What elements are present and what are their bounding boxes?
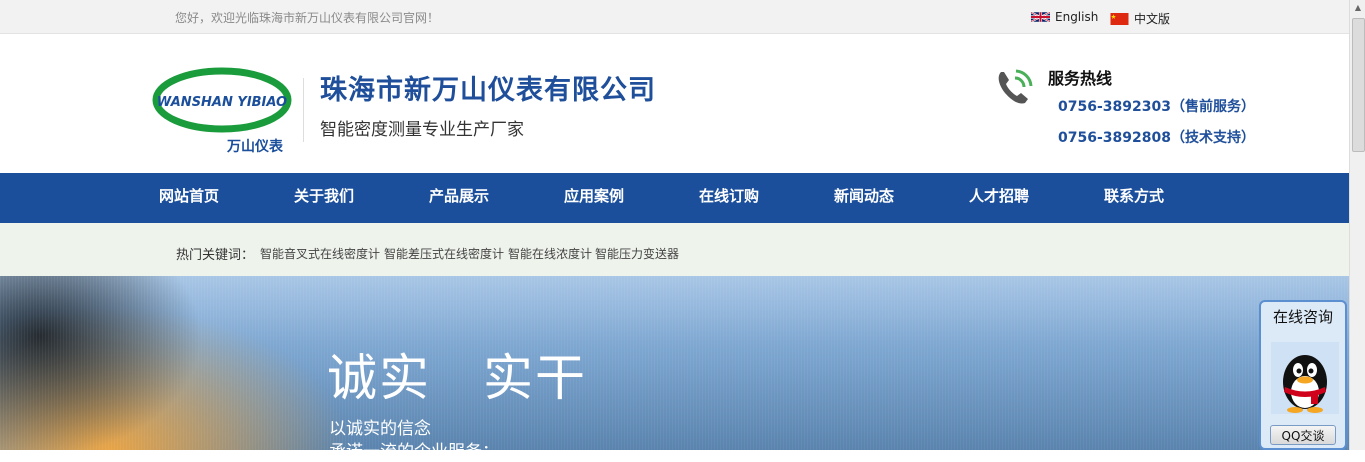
header-divider — [303, 78, 304, 142]
lang-chinese-link[interactable]: 中文版 — [1110, 10, 1170, 27]
company-slogan: 智能密度测量专业生产厂家 — [320, 120, 524, 140]
lang-english-label: English — [1055, 10, 1099, 24]
scroll-up-arrow-icon[interactable]: ▲ — [1350, 0, 1365, 16]
nav-contact[interactable]: 联系方式 — [1104, 173, 1164, 223]
hot-keywords-bar: 热门关键词： 智能音叉式在线密度计 智能差压式在线密度计 智能在线浓度计 智能压… — [0, 223, 1349, 276]
nav-about[interactable]: 关于我们 — [294, 173, 354, 223]
hotline-presales: 0756-3892303（售前服务） — [1058, 99, 1255, 115]
nav-products[interactable]: 产品展示 — [429, 173, 489, 223]
keywords-label: 热门关键词： — [176, 248, 255, 263]
keyword-link[interactable]: 智能在线浓度计 — [508, 245, 592, 262]
nav-cases[interactable]: 应用案例 — [564, 173, 624, 223]
logo-chinese-text: 万山仪表 — [226, 138, 284, 155]
company-logo[interactable]: WANSHAN YIBIAO 万山仪表 — [150, 66, 295, 156]
nav-news[interactable]: 新闻动态 — [834, 173, 894, 223]
uk-flag-icon — [1031, 11, 1050, 23]
hero-banner: 诚实 实干 以诚实的信念 承诺一流的企业服务； — [0, 276, 1349, 462]
phone-icon — [998, 69, 1033, 104]
welcome-text: 您好，欢迎光临珠海市新万山仪表有限公司官网！ — [175, 11, 440, 25]
page-scrollbar[interactable]: ▲ — [1349, 0, 1365, 450]
keyword-link[interactable]: 智能压力变送器 — [595, 245, 679, 262]
company-name: 珠海市新万山仪表有限公司 — [320, 75, 656, 106]
lang-english-link[interactable]: English — [1031, 10, 1098, 24]
logo-latin-text: WANSHAN YIBIAO — [157, 95, 287, 110]
hotline-title: 服务热线 — [1048, 69, 1113, 88]
banner-line-1: 以诚实的信念 — [329, 419, 431, 439]
main-nav: 网站首页 关于我们 产品展示 应用案例 在线订购 新闻动态 人才招聘 联系方式 — [0, 173, 1349, 223]
qq-panel-title: 在线咨询 — [1272, 308, 1333, 326]
top-bar: 您好，欢迎光临珠海市新万山仪表有限公司官网！ English 中文版 — [0, 0, 1349, 34]
nav-order[interactable]: 在线订购 — [699, 173, 759, 223]
lang-chinese-label: 中文版 — [1134, 12, 1171, 26]
nav-jobs[interactable]: 人才招聘 — [969, 173, 1029, 223]
banner-title: 诚实 实干 — [327, 349, 587, 407]
qq-penguin-icon — [1271, 342, 1339, 414]
nav-home[interactable]: 网站首页 — [159, 173, 219, 223]
scroll-thumb[interactable] — [1352, 18, 1365, 152]
hotline-support: 0756-3892808（技术支持） — [1058, 130, 1255, 146]
keyword-link[interactable]: 智能音叉式在线密度计 — [260, 245, 380, 262]
site-header: WANSHAN YIBIAO 万山仪表 珠海市新万山仪表有限公司 智能密度测量专… — [0, 34, 1349, 173]
china-flag-icon — [1110, 12, 1129, 25]
qq-chat-button[interactable]: QQ交谈 — [1270, 425, 1336, 445]
keyword-link[interactable]: 智能差压式在线密度计 — [384, 245, 504, 262]
online-consult-panel: 在线咨询 QQ交谈 — [1259, 300, 1347, 450]
